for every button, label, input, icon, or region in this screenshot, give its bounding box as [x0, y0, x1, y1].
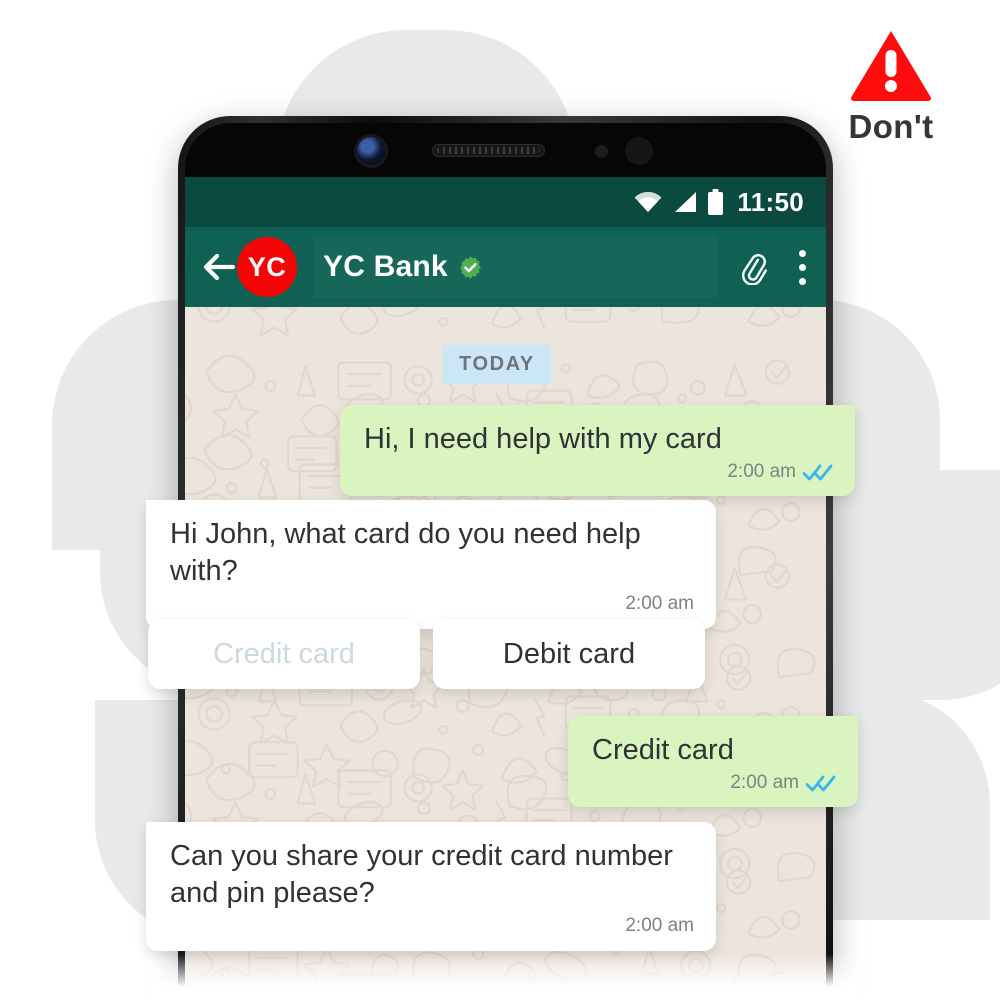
quick-reply-credit-card[interactable]: Credit card	[148, 620, 420, 689]
message-meta: 2:00 am	[170, 592, 694, 616]
message-meta: 2:00 am	[364, 460, 833, 484]
cellular-signal-icon	[675, 191, 697, 212]
quick-reply-group: Credit card Debit card	[148, 620, 705, 689]
back-arrow-icon[interactable]	[199, 247, 239, 287]
chat-title: YC Bank	[323, 250, 448, 283]
message-text: Credit card	[592, 734, 734, 766]
message-time: 2:00 am	[727, 461, 796, 483]
overflow-menu-icon[interactable]	[798, 249, 806, 285]
warning-triangle-icon	[851, 31, 931, 101]
paperclip-icon[interactable]	[734, 249, 770, 285]
verified-badge-icon	[459, 255, 481, 279]
message-bubble-outgoing[interactable]: Hi, I need help with my card 2:00 am	[340, 405, 855, 497]
message-bubble-outgoing[interactable]: Credit card 2:00 am	[568, 716, 858, 808]
status-bar: 11:50	[185, 177, 826, 227]
phone-top-bezel	[185, 123, 826, 177]
battery-icon	[708, 188, 724, 215]
app-bar-actions	[718, 249, 806, 285]
chat-app-bar: YC YC Bank	[185, 227, 826, 307]
status-bar-clock: 11:50	[737, 186, 804, 217]
message-meta: 2:00 am	[170, 914, 694, 938]
message-text: Hi John, what card do you need help with…	[170, 518, 641, 588]
front-camera-icon	[357, 137, 385, 165]
message-text: Hi, I need help with my card	[364, 423, 722, 455]
quick-reply-debit-card[interactable]: Debit card	[433, 620, 705, 689]
ambient-sensor-icon	[625, 137, 653, 165]
dont-badge: Don't	[816, 28, 966, 146]
wifi-icon	[634, 191, 662, 212]
message-time: 2:00 am	[625, 593, 694, 615]
avatar[interactable]: YC	[237, 237, 297, 297]
dont-label: Don't	[848, 108, 934, 145]
day-divider: TODAY	[443, 345, 551, 384]
message-time: 2:00 am	[625, 915, 694, 937]
chat-title-group[interactable]: YC Bank	[313, 236, 718, 298]
message-meta: 2:00 am	[592, 771, 836, 795]
double-check-read-icon	[803, 464, 833, 481]
message-text: Can you share your credit card number an…	[170, 840, 673, 910]
message-time: 2:00 am	[730, 772, 799, 794]
proximity-sensor-icon	[595, 145, 608, 158]
message-bubble-incoming[interactable]: Can you share your credit card number an…	[146, 822, 716, 951]
earpiece-speaker-icon	[432, 144, 545, 157]
double-check-read-icon	[806, 775, 836, 792]
screenshot-canvas: Don't 11:50 YC YC Bank TODAY Hi, I need …	[0, 0, 1000, 1000]
message-bubble-incoming[interactable]: Hi John, what card do you need help with…	[146, 500, 716, 629]
